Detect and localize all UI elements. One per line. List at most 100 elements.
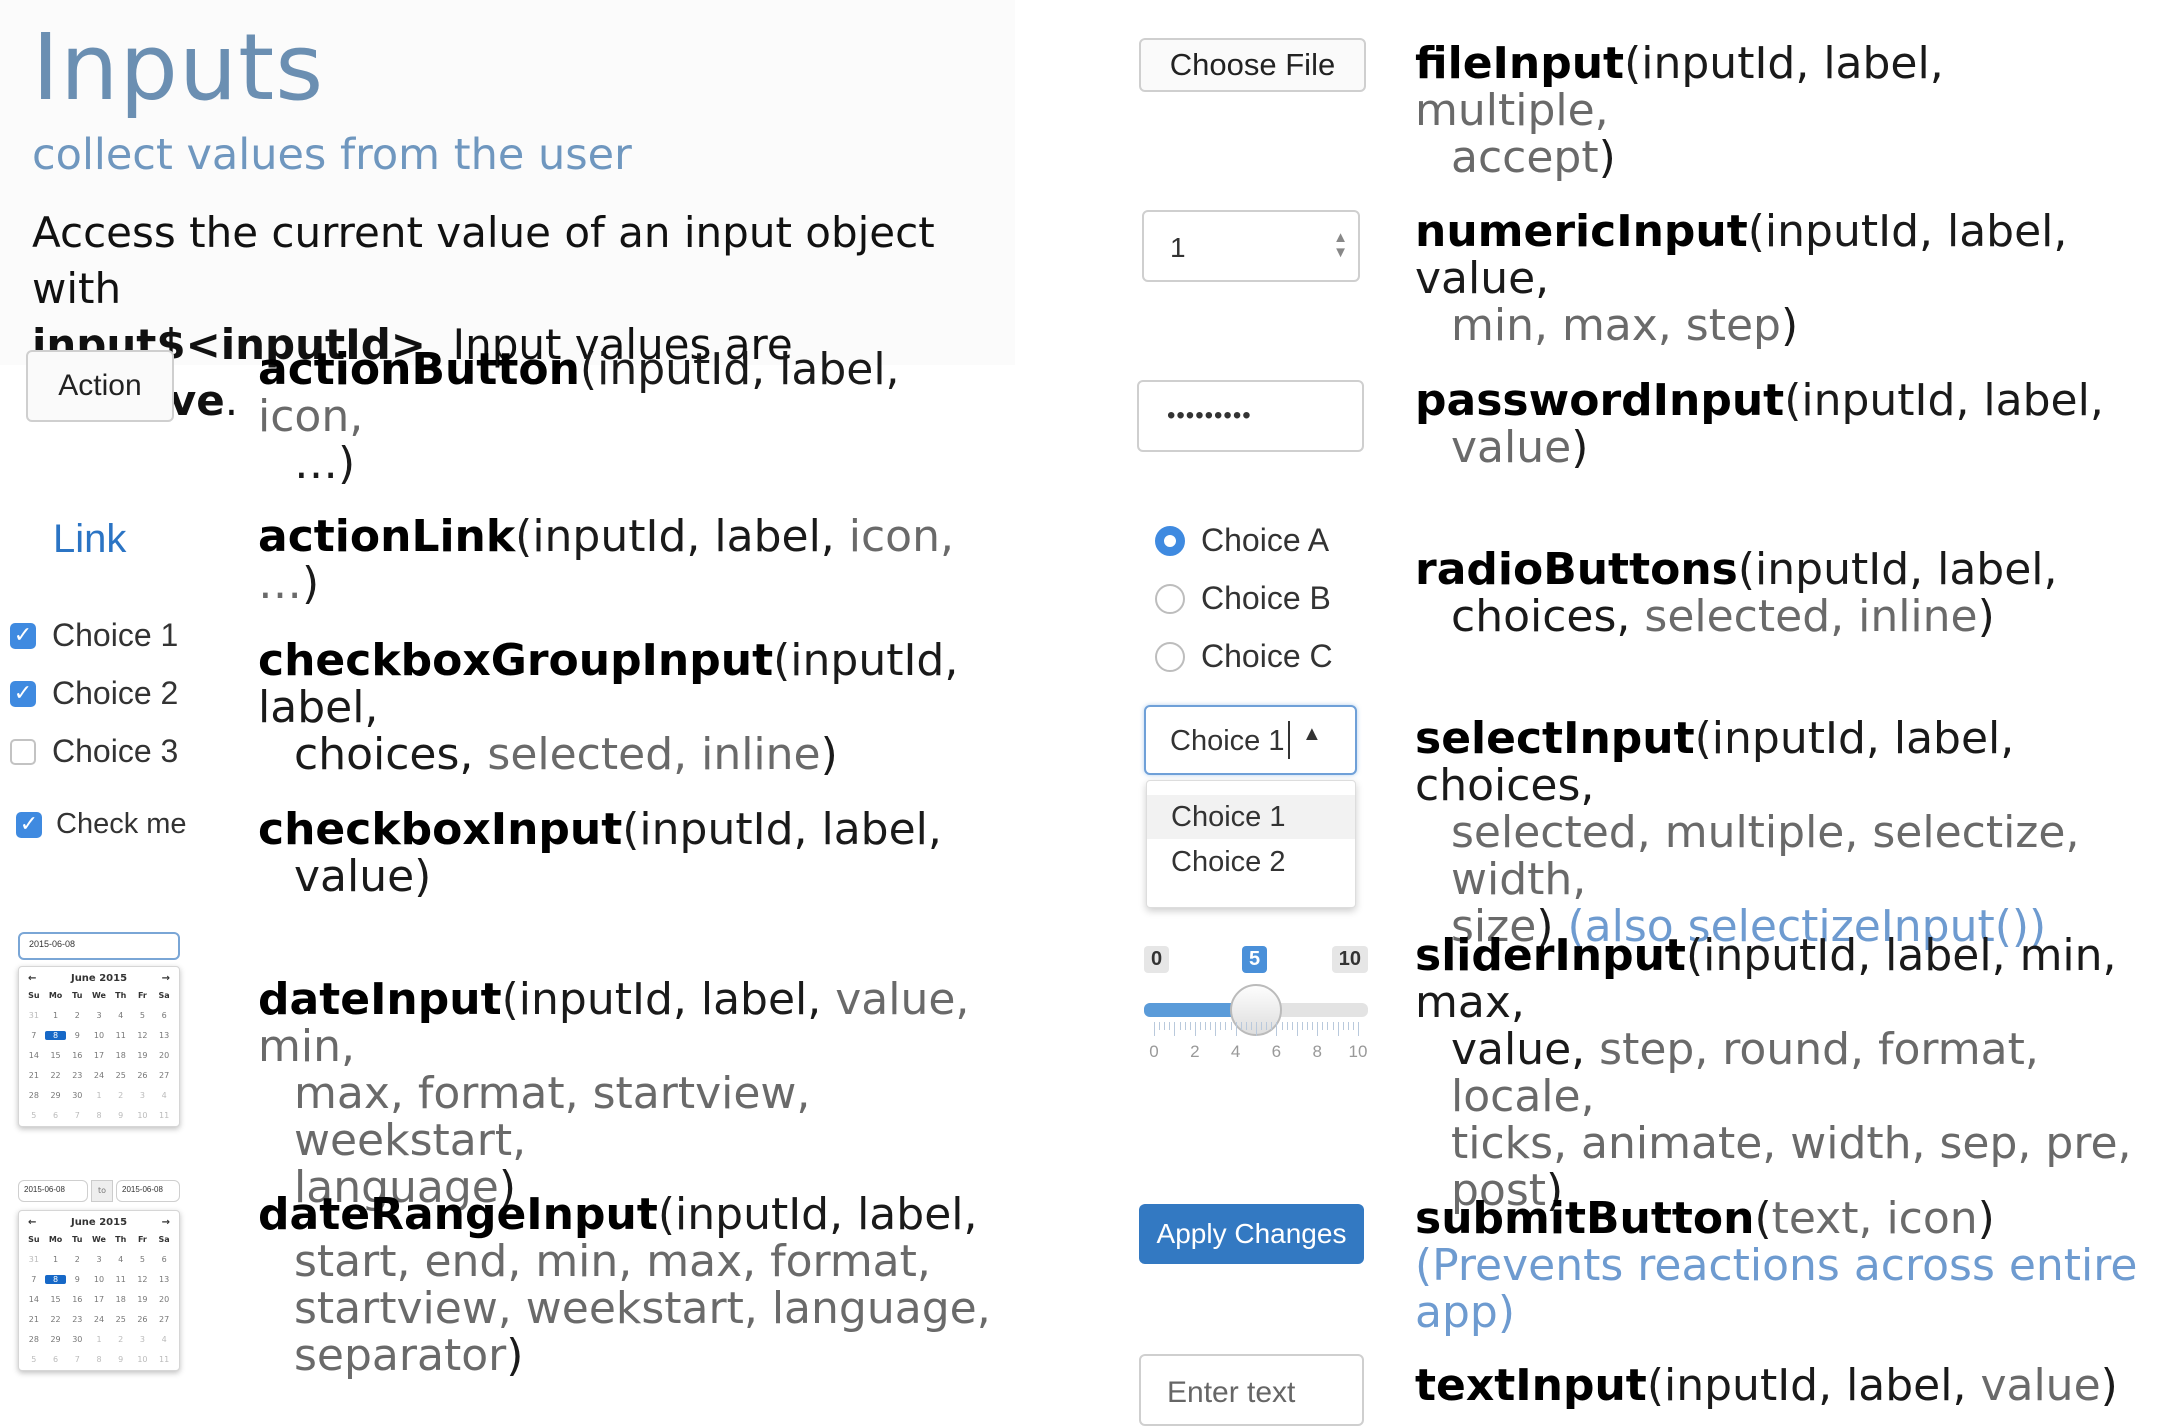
- checkbox-group-item[interactable]: ✓ Choice 2: [10, 675, 178, 733]
- calendar-day[interactable]: 30: [66, 1335, 88, 1344]
- calendar-day[interactable]: 7: [66, 1111, 88, 1120]
- calendar-day[interactable]: 10: [88, 1031, 110, 1040]
- calendar-day[interactable]: 1: [88, 1091, 110, 1100]
- calendar-day[interactable]: 8: [88, 1355, 110, 1364]
- prev-month-icon[interactable]: ←: [28, 1217, 36, 1228]
- calendar-day[interactable]: 29: [45, 1091, 67, 1100]
- calendar-day[interactable]: 22: [45, 1315, 67, 1324]
- checkbox-checked-icon[interactable]: ✓: [16, 811, 42, 838]
- calendar-day[interactable]: 3: [88, 1255, 110, 1264]
- calendar-day[interactable]: 13: [153, 1275, 175, 1284]
- calendar-day[interactable]: 4: [110, 1011, 132, 1020]
- calendar-day[interactable]: 16: [66, 1295, 88, 1304]
- calendar-day[interactable]: 1: [45, 1255, 67, 1264]
- calendar-day[interactable]: 6: [45, 1355, 67, 1364]
- radio-unselected-icon[interactable]: [1155, 641, 1185, 672]
- calendar-day[interactable]: 8: [44, 1275, 67, 1284]
- text-input[interactable]: Enter text: [1139, 1354, 1364, 1426]
- calendar-day[interactable]: 23: [66, 1071, 88, 1080]
- date-range-start-field[interactable]: 2015-06-08: [18, 1180, 88, 1202]
- calendar-day[interactable]: 20: [153, 1051, 175, 1060]
- calendar-day[interactable]: 28: [23, 1091, 45, 1100]
- calendar-day[interactable]: 7: [23, 1275, 45, 1284]
- calendar-day[interactable]: 7: [66, 1355, 88, 1364]
- choose-file-button[interactable]: Choose File: [1139, 38, 1366, 92]
- prev-month-icon[interactable]: ←: [28, 973, 36, 984]
- calendar-day[interactable]: 21: [23, 1071, 45, 1080]
- calendar-day[interactable]: 3: [132, 1335, 154, 1344]
- calendar-day[interactable]: 4: [110, 1255, 132, 1264]
- calendar-day[interactable]: 15: [45, 1051, 67, 1060]
- spinner-icon[interactable]: ▲ ▼: [1333, 230, 1348, 260]
- calendar-day[interactable]: 4: [153, 1091, 175, 1100]
- calendar-day[interactable]: 29: [45, 1335, 67, 1344]
- calendar-day[interactable]: 20: [153, 1295, 175, 1304]
- calendar-day[interactable]: 21: [23, 1315, 45, 1324]
- calendar-day[interactable]: 9: [110, 1111, 132, 1120]
- calendar-day[interactable]: 9: [110, 1355, 132, 1364]
- radio-item[interactable]: Choice B: [1155, 580, 1333, 638]
- calendar-day[interactable]: 30: [66, 1091, 88, 1100]
- calendar-day[interactable]: 19: [132, 1051, 154, 1060]
- calendar-day[interactable]: 26: [132, 1071, 154, 1080]
- calendar-day[interactable]: 5: [23, 1355, 45, 1364]
- checkbox-group-item[interactable]: ✓ Choice 1: [10, 617, 178, 675]
- calendar-day[interactable]: 4: [153, 1335, 175, 1344]
- calendar-day[interactable]: 14: [23, 1051, 45, 1060]
- select-option[interactable]: Choice 2: [1147, 839, 1355, 885]
- calendar-day[interactable]: 7: [23, 1031, 45, 1040]
- calendar-day[interactable]: 6: [153, 1255, 175, 1264]
- calendar-day[interactable]: 10: [132, 1355, 154, 1364]
- checkbox-checked-icon[interactable]: ✓: [10, 622, 36, 649]
- calendar-day[interactable]: 23: [66, 1315, 88, 1324]
- calendar-day[interactable]: 19: [132, 1295, 154, 1304]
- calendar-day[interactable]: 24: [88, 1315, 110, 1324]
- radio-item[interactable]: Choice C: [1155, 638, 1333, 696]
- calendar-day[interactable]: 13: [153, 1031, 175, 1040]
- calendar-day[interactable]: 8: [44, 1031, 67, 1040]
- calendar-day[interactable]: 16: [66, 1051, 88, 1060]
- calendar-day[interactable]: 9: [66, 1031, 88, 1040]
- calendar-day[interactable]: 31: [23, 1255, 45, 1264]
- calendar-day[interactable]: 12: [132, 1031, 154, 1040]
- radio-selected-icon[interactable]: [1155, 525, 1185, 556]
- checkbox-single[interactable]: ✓ Check me: [16, 808, 187, 841]
- calendar-day[interactable]: 6: [45, 1111, 67, 1120]
- checkbox-group-item[interactable]: Choice 3: [10, 733, 178, 791]
- calendar-day[interactable]: 15: [45, 1295, 67, 1304]
- calendar-day[interactable]: 3: [88, 1011, 110, 1020]
- calendar-day[interactable]: 25: [110, 1315, 132, 1324]
- calendar-day[interactable]: 27: [153, 1071, 175, 1080]
- action-button[interactable]: Action: [26, 350, 174, 422]
- calendar-day[interactable]: 18: [110, 1051, 132, 1060]
- calendar-day[interactable]: 2: [110, 1335, 132, 1344]
- calendar-day[interactable]: 5: [132, 1255, 154, 1264]
- calendar-day[interactable]: 9: [66, 1275, 88, 1284]
- radio-unselected-icon[interactable]: [1155, 583, 1185, 614]
- calendar-day[interactable]: 3: [132, 1091, 154, 1100]
- action-link[interactable]: Link: [53, 517, 126, 562]
- radio-item[interactable]: Choice A: [1155, 522, 1333, 580]
- calendar-day[interactable]: 27: [153, 1315, 175, 1324]
- apply-changes-button[interactable]: Apply Changes: [1139, 1204, 1364, 1264]
- calendar-day[interactable]: 8: [88, 1111, 110, 1120]
- caret-up-icon[interactable]: ▲: [1302, 723, 1322, 746]
- calendar-day[interactable]: 11: [153, 1355, 175, 1364]
- calendar-day[interactable]: 5: [132, 1011, 154, 1020]
- calendar-day[interactable]: 1: [88, 1335, 110, 1344]
- calendar-day[interactable]: 26: [132, 1315, 154, 1324]
- calendar-day[interactable]: 14: [23, 1295, 45, 1304]
- calendar-day[interactable]: 25: [110, 1071, 132, 1080]
- calendar-day[interactable]: 11: [110, 1031, 132, 1040]
- checkbox-checked-icon[interactable]: ✓: [10, 680, 36, 707]
- calendar-day[interactable]: 22: [45, 1071, 67, 1080]
- numeric-input[interactable]: 1 ▲ ▼: [1142, 210, 1360, 282]
- next-month-icon[interactable]: →: [162, 1217, 170, 1228]
- calendar-day[interactable]: 10: [132, 1111, 154, 1120]
- date-range-end-field[interactable]: 2015-06-08: [116, 1180, 180, 1202]
- calendar-day[interactable]: 31: [23, 1011, 45, 1020]
- calendar-day[interactable]: 1: [45, 1011, 67, 1020]
- calendar-day[interactable]: 17: [88, 1051, 110, 1060]
- calendar-day[interactable]: 5: [23, 1111, 45, 1120]
- calendar-day[interactable]: 2: [66, 1255, 88, 1264]
